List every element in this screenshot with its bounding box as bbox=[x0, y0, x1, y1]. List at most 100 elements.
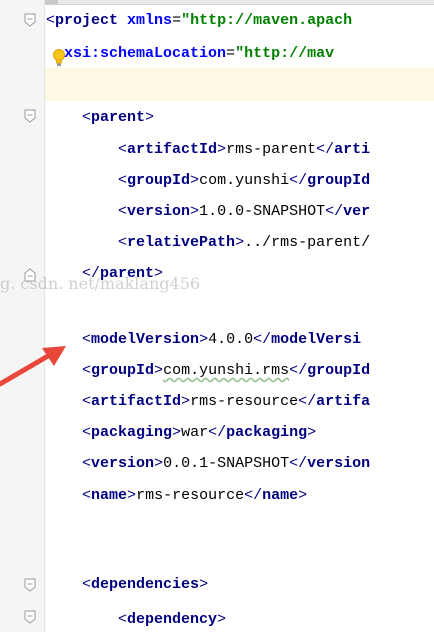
text-content: 4.0.0 bbox=[208, 331, 254, 348]
code-line[interactable]: <groupId>com.yunshi</groupId bbox=[46, 169, 434, 193]
bracket: > bbox=[199, 576, 209, 593]
code-line[interactable]: <modelVersion>4.0.0</modelVersi bbox=[46, 328, 434, 352]
code-line[interactable]: <name>rms-resource</name> bbox=[46, 484, 434, 508]
bracket: </ bbox=[298, 393, 317, 410]
editor-gutter[interactable] bbox=[0, 0, 45, 632]
code-line[interactable]: <packaging>war</packaging> bbox=[46, 421, 434, 445]
equals: = bbox=[172, 12, 182, 29]
bracket: </ bbox=[253, 331, 272, 348]
bracket: > bbox=[235, 234, 245, 251]
attribute-value: "http://maven.apach bbox=[181, 12, 353, 29]
code-line[interactable]: <version>0.0.1-SNAPSHOT</version bbox=[46, 452, 434, 476]
code-line[interactable] bbox=[46, 546, 434, 570]
code-line[interactable] bbox=[46, 515, 434, 539]
bracket: > bbox=[154, 455, 164, 472]
bracket: < bbox=[82, 109, 92, 126]
bracket: < bbox=[82, 455, 92, 472]
bracket: </ bbox=[208, 424, 227, 441]
bracket: </ bbox=[289, 362, 308, 379]
tag-name: artifactId bbox=[127, 141, 218, 158]
xml-editor[interactable]: <project xmlns="http://maven.apach xsi:s… bbox=[0, 0, 434, 632]
tag-name: groupId bbox=[307, 172, 371, 189]
code-line[interactable]: <artifactId>rms-parent</arti bbox=[46, 138, 434, 162]
tag-name: artifa bbox=[316, 393, 371, 410]
tag-name: parent bbox=[91, 109, 146, 126]
text-content: com.yunshi.rms bbox=[163, 362, 290, 379]
bracket: > bbox=[172, 424, 182, 441]
tag-name: modelVersion bbox=[91, 331, 200, 348]
code-line[interactable]: <groupId>com.yunshi.rms</groupId bbox=[46, 359, 434, 383]
code-line[interactable] bbox=[46, 294, 434, 318]
bracket: < bbox=[118, 141, 128, 158]
code-line[interactable]: <version>1.0.0-SNAPSHOT</ver bbox=[46, 200, 434, 224]
bracket: < bbox=[118, 203, 128, 220]
bracket: > bbox=[298, 487, 308, 504]
tag-name: project bbox=[55, 12, 119, 29]
bracket: > bbox=[154, 265, 164, 282]
bracket: < bbox=[82, 393, 92, 410]
text-content: ../rms-parent/ bbox=[244, 234, 371, 251]
code-line[interactable] bbox=[46, 76, 434, 100]
code-line[interactable]: <parent> bbox=[46, 106, 434, 130]
text-content: war bbox=[181, 424, 209, 441]
code-line[interactable]: <dependencies> bbox=[46, 573, 434, 597]
tag-name: groupId bbox=[91, 362, 155, 379]
tag-name: dependency bbox=[127, 611, 218, 628]
tag-name: name bbox=[262, 487, 299, 504]
bracket: </ bbox=[82, 265, 101, 282]
bracket: < bbox=[82, 576, 92, 593]
text-content: rms-resource bbox=[190, 393, 299, 410]
bracket: < bbox=[82, 331, 92, 348]
bracket: < bbox=[118, 172, 128, 189]
code-line[interactable]: <dependency> bbox=[46, 608, 434, 632]
text-content: com.yunshi bbox=[199, 172, 290, 189]
tag-name: arti bbox=[334, 141, 371, 158]
bracket: > bbox=[217, 141, 227, 158]
code-line[interactable]: xsi:schemaLocation="http://mav bbox=[46, 42, 434, 66]
bracket: </ bbox=[325, 203, 344, 220]
tag-name: groupId bbox=[127, 172, 191, 189]
fold-marker-icon[interactable] bbox=[24, 610, 36, 624]
bracket: < bbox=[82, 362, 92, 379]
bracket: > bbox=[145, 109, 155, 126]
text-content: 1.0.0-SNAPSHOT bbox=[199, 203, 326, 220]
code-line[interactable]: <artifactId>rms-resource</artifa bbox=[46, 390, 434, 414]
attribute-value: "http://mav bbox=[235, 45, 335, 62]
bracket: > bbox=[154, 362, 164, 379]
fold-marker-icon[interactable] bbox=[24, 13, 36, 27]
bracket: > bbox=[190, 172, 200, 189]
text-content: rms-resource bbox=[136, 487, 245, 504]
bracket: </ bbox=[244, 487, 263, 504]
attribute-name: xsi:schemaLocation bbox=[64, 45, 227, 62]
tag-name: groupId bbox=[307, 362, 371, 379]
tag-name: modelVersi bbox=[271, 331, 362, 348]
bracket: > bbox=[127, 487, 137, 504]
bracket: </ bbox=[289, 455, 308, 472]
code-line[interactable]: </parent> bbox=[46, 262, 434, 286]
text-content: rms-parent bbox=[226, 141, 317, 158]
bracket: < bbox=[82, 424, 92, 441]
fold-end-marker-icon[interactable] bbox=[24, 268, 36, 282]
fold-marker-icon[interactable] bbox=[24, 578, 36, 592]
tag-name: parent bbox=[100, 265, 155, 282]
bracket: </ bbox=[289, 172, 308, 189]
bracket: > bbox=[307, 424, 317, 441]
bracket: </ bbox=[316, 141, 335, 158]
tag-name: version bbox=[91, 455, 155, 472]
code-line[interactable]: <relativePath>../rms-parent/ bbox=[46, 231, 434, 255]
fold-marker-icon[interactable] bbox=[24, 109, 36, 123]
code-line[interactable]: <project xmlns="http://maven.apach bbox=[46, 9, 434, 33]
tag-name: version bbox=[127, 203, 191, 220]
bracket: > bbox=[181, 393, 191, 410]
tag-name: dependencies bbox=[91, 576, 200, 593]
tag-name: name bbox=[91, 487, 128, 504]
